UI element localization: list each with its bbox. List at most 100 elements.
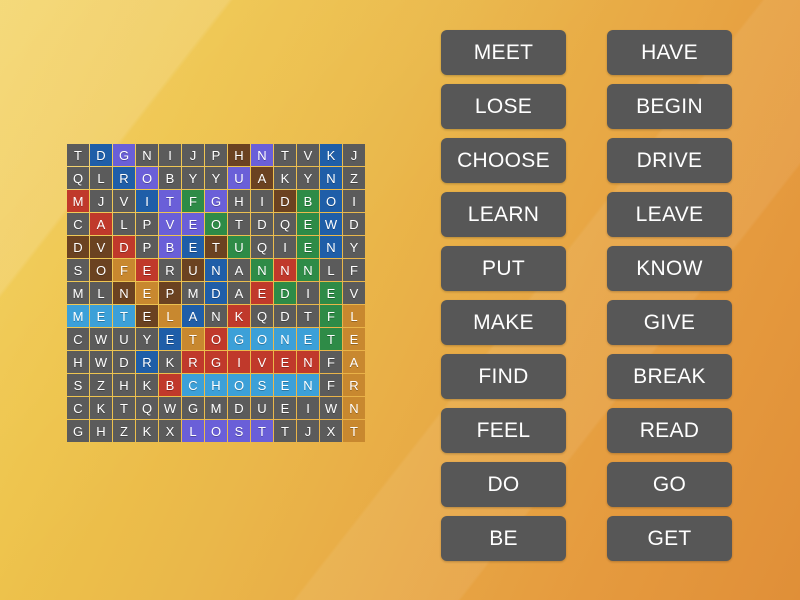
grid-cell[interactable]: T <box>343 420 365 442</box>
grid-cell[interactable]: A <box>90 213 112 235</box>
grid-cell[interactable]: E <box>297 236 319 258</box>
grid-cell[interactable]: E <box>343 328 365 350</box>
grid-cell[interactable]: O <box>90 259 112 281</box>
grid-cell[interactable]: T <box>205 236 227 258</box>
grid-cell[interactable]: W <box>90 351 112 373</box>
grid-cell[interactable]: T <box>67 144 89 166</box>
grid-cell[interactable]: W <box>159 397 181 419</box>
grid-cell[interactable]: C <box>67 397 89 419</box>
word-button-drive[interactable]: DRIVE <box>607 138 732 183</box>
grid-cell[interactable]: N <box>297 374 319 396</box>
grid-cell[interactable]: T <box>113 397 135 419</box>
grid-cell[interactable]: N <box>251 259 273 281</box>
grid-cell[interactable]: K <box>320 144 342 166</box>
grid-cell[interactable]: V <box>90 236 112 258</box>
grid-cell[interactable]: V <box>159 213 181 235</box>
grid-cell[interactable]: L <box>320 259 342 281</box>
word-button-go[interactable]: GO <box>607 462 732 507</box>
grid-cell[interactable]: Q <box>136 397 158 419</box>
grid-cell[interactable]: U <box>113 328 135 350</box>
grid-cell[interactable]: O <box>136 167 158 189</box>
grid-cell[interactable]: L <box>159 305 181 327</box>
grid-cell[interactable]: E <box>182 236 204 258</box>
word-button-feel[interactable]: FEEL <box>441 408 566 453</box>
grid-cell[interactable]: U <box>228 236 250 258</box>
grid-cell[interactable]: U <box>182 259 204 281</box>
grid-cell[interactable]: S <box>67 374 89 396</box>
grid-cell[interactable]: X <box>320 420 342 442</box>
grid-cell[interactable]: H <box>228 190 250 212</box>
grid-cell[interactable]: L <box>90 282 112 304</box>
grid-cell[interactable]: H <box>90 420 112 442</box>
word-button-be[interactable]: BE <box>441 516 566 561</box>
word-button-give[interactable]: GIVE <box>607 300 732 345</box>
grid-cell[interactable]: R <box>136 351 158 373</box>
grid-cell[interactable]: L <box>343 305 365 327</box>
grid-cell[interactable]: R <box>159 259 181 281</box>
grid-cell[interactable]: V <box>343 282 365 304</box>
grid-cell[interactable]: V <box>113 190 135 212</box>
grid-cell[interactable]: E <box>251 282 273 304</box>
grid-cell[interactable]: E <box>136 305 158 327</box>
grid-cell[interactable]: D <box>113 351 135 373</box>
grid-cell[interactable]: N <box>274 259 296 281</box>
grid-cell[interactable]: E <box>274 397 296 419</box>
grid-cell[interactable]: F <box>182 190 204 212</box>
grid-cell[interactable]: Q <box>251 305 273 327</box>
grid-cell[interactable]: M <box>182 282 204 304</box>
grid-cell[interactable]: R <box>182 351 204 373</box>
grid-cell[interactable]: S <box>67 259 89 281</box>
grid-cell[interactable]: S <box>251 374 273 396</box>
grid-cell[interactable]: L <box>90 167 112 189</box>
grid-cell[interactable]: T <box>274 144 296 166</box>
grid-cell[interactable]: U <box>251 397 273 419</box>
grid-cell[interactable]: R <box>113 167 135 189</box>
grid-cell[interactable]: E <box>297 328 319 350</box>
grid-cell[interactable]: N <box>320 236 342 258</box>
grid-cell[interactable]: G <box>113 144 135 166</box>
grid-cell[interactable]: A <box>228 282 250 304</box>
grid-cell[interactable]: D <box>343 213 365 235</box>
grid-cell[interactable]: T <box>228 213 250 235</box>
grid-cell[interactable]: O <box>205 420 227 442</box>
word-button-begin[interactable]: BEGIN <box>607 84 732 129</box>
word-button-learn[interactable]: LEARN <box>441 192 566 237</box>
word-button-lose[interactable]: LOSE <box>441 84 566 129</box>
word-button-break[interactable]: BREAK <box>607 354 732 399</box>
grid-cell[interactable]: E <box>90 305 112 327</box>
word-button-find[interactable]: FIND <box>441 354 566 399</box>
grid-cell[interactable]: K <box>90 397 112 419</box>
grid-cell[interactable]: L <box>113 213 135 235</box>
grid-cell[interactable]: I <box>343 190 365 212</box>
grid-cell[interactable]: Y <box>182 167 204 189</box>
grid-cell[interactable]: J <box>182 144 204 166</box>
grid-cell[interactable]: P <box>136 236 158 258</box>
grid-cell[interactable]: M <box>67 282 89 304</box>
grid-cell[interactable]: Q <box>67 167 89 189</box>
grid-cell[interactable]: Y <box>343 236 365 258</box>
grid-cell[interactable]: X <box>159 420 181 442</box>
grid-cell[interactable]: Y <box>297 167 319 189</box>
grid-cell[interactable]: T <box>159 190 181 212</box>
grid-cell[interactable]: H <box>205 374 227 396</box>
grid-cell[interactable]: Y <box>205 167 227 189</box>
grid-cell[interactable]: T <box>297 305 319 327</box>
grid-cell[interactable]: G <box>67 420 89 442</box>
grid-cell[interactable]: N <box>251 144 273 166</box>
grid-cell[interactable]: E <box>159 328 181 350</box>
grid-cell[interactable]: T <box>113 305 135 327</box>
word-search-grid[interactable]: TDGNIJPHNTVKJQLROBYYUAKYNZMJVITFGHIDBOIC… <box>67 144 365 442</box>
word-button-get[interactable]: GET <box>607 516 732 561</box>
grid-cell[interactable]: J <box>297 420 319 442</box>
grid-cell[interactable]: E <box>136 282 158 304</box>
grid-cell[interactable]: Q <box>274 213 296 235</box>
word-button-do[interactable]: DO <box>441 462 566 507</box>
word-button-read[interactable]: READ <box>607 408 732 453</box>
grid-cell[interactable]: P <box>136 213 158 235</box>
grid-cell[interactable]: T <box>320 328 342 350</box>
grid-cell[interactable]: F <box>320 374 342 396</box>
grid-cell[interactable]: T <box>182 328 204 350</box>
word-button-make[interactable]: MAKE <box>441 300 566 345</box>
grid-cell[interactable]: W <box>320 213 342 235</box>
word-button-leave[interactable]: LEAVE <box>607 192 732 237</box>
